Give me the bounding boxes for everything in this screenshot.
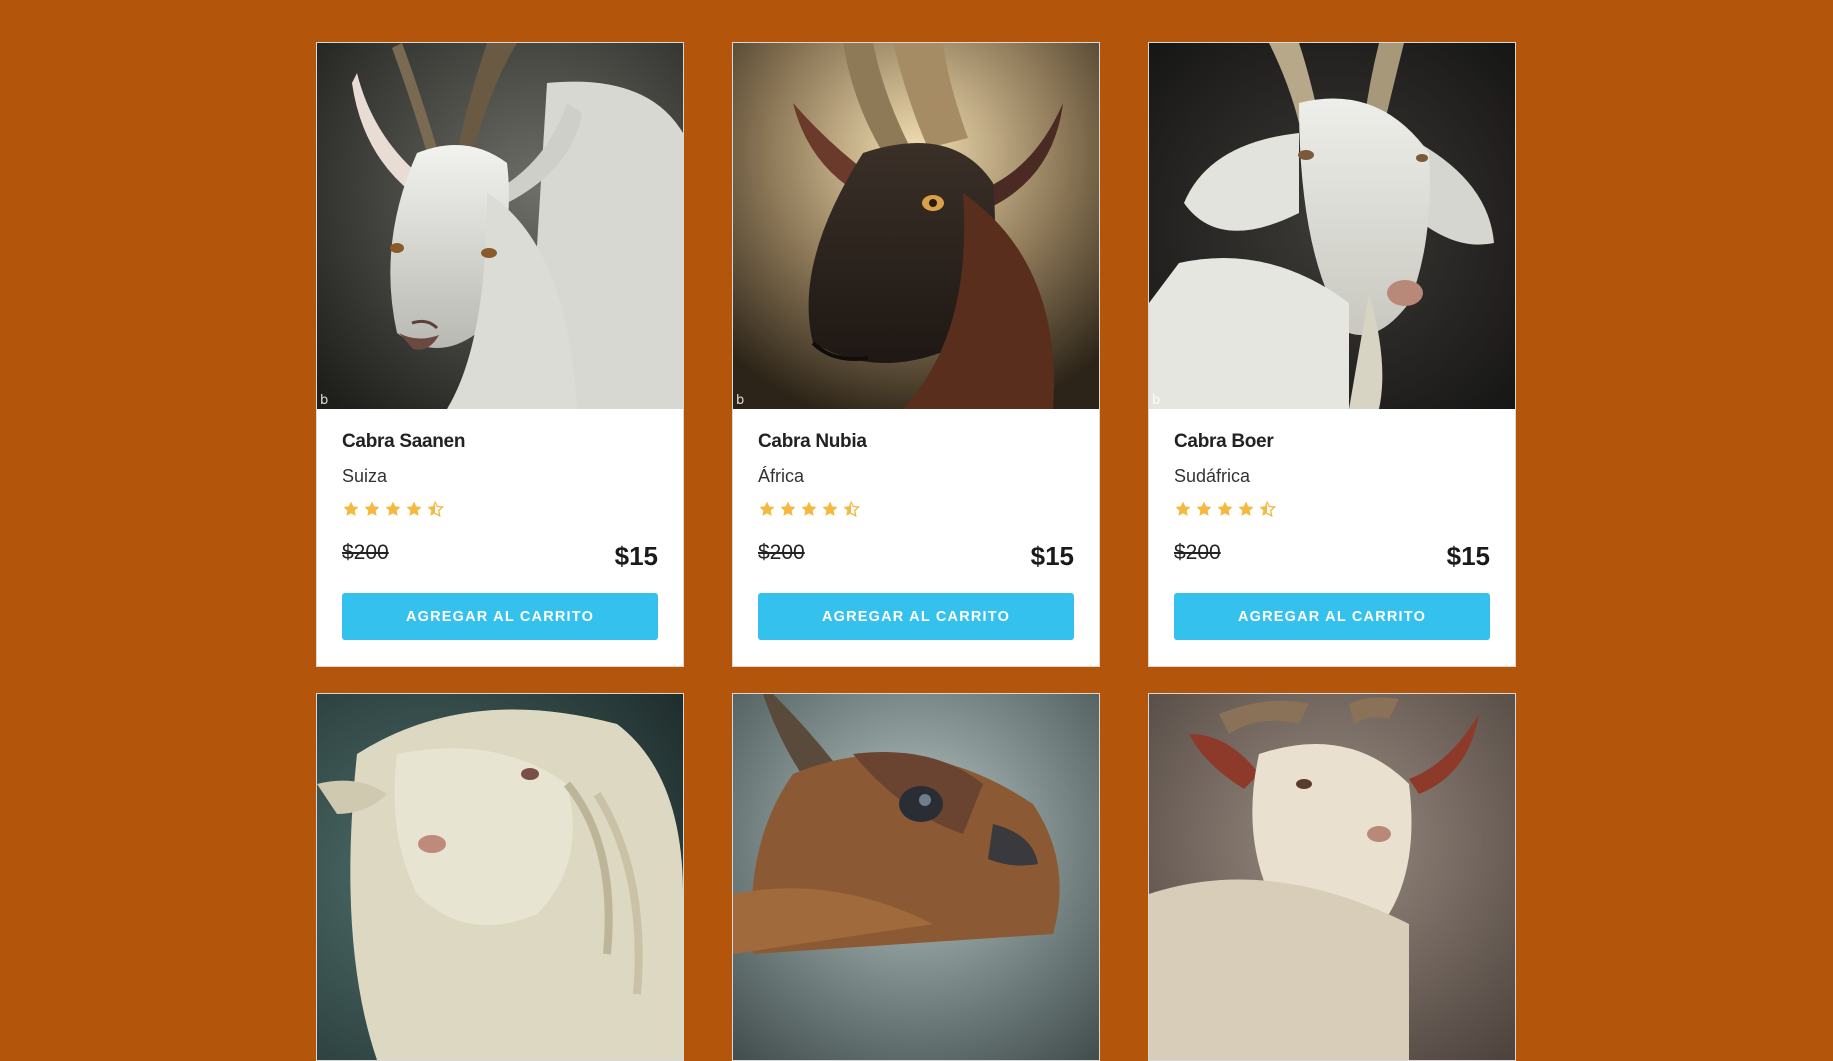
product-image[interactable]: b — [317, 43, 683, 409]
goat-image — [317, 43, 683, 409]
star-icon — [1238, 501, 1254, 516]
old-price: $200 — [758, 541, 805, 564]
star-half-icon — [1259, 501, 1276, 518]
product-image[interactable] — [1149, 694, 1515, 1060]
add-to-cart-button[interactable]: AGREGAR AL CARRITO — [1174, 593, 1490, 640]
price-row: $200 $15 — [758, 537, 1074, 571]
product-card: b Cabra Nubia África $200 $15 AGREGAR AL… — [732, 42, 1100, 667]
old-price: $200 — [1174, 541, 1221, 564]
rating-stars — [342, 499, 658, 519]
watermark: b — [736, 393, 745, 408]
star-icon — [343, 501, 359, 516]
product-info: Cabra Nubia África $200 $15 AGREGAR AL C… — [733, 409, 1099, 666]
product-image[interactable]: b — [1149, 43, 1515, 409]
star-icon — [364, 501, 380, 516]
star-icon — [780, 501, 796, 516]
star-icon — [822, 501, 838, 516]
rating-stars — [1174, 499, 1490, 519]
star-icon — [1217, 501, 1233, 516]
goat-image — [733, 43, 1099, 409]
product-card — [1148, 693, 1516, 1061]
product-image[interactable] — [733, 694, 1099, 1060]
product-card — [316, 693, 684, 1061]
goat-image — [1149, 43, 1515, 409]
add-to-cart-button[interactable]: AGREGAR AL CARRITO — [758, 593, 1074, 640]
star-icon — [385, 501, 401, 516]
product-name[interactable]: Cabra Nubia — [758, 431, 1074, 453]
product-image[interactable]: b — [733, 43, 1099, 409]
star-icon — [406, 501, 422, 516]
add-to-cart-button[interactable]: AGREGAR AL CARRITO — [342, 593, 658, 640]
star-half-icon — [427, 501, 444, 518]
current-price: $15 — [1446, 541, 1490, 571]
goat-image — [317, 694, 683, 1060]
product-info: Cabra Boer Sudáfrica $200 $15 AGREGAR AL… — [1149, 409, 1515, 666]
product-name[interactable]: Cabra Saanen — [342, 431, 658, 453]
watermark: b — [1152, 393, 1161, 408]
goat-image — [1149, 694, 1515, 1060]
star-icon — [759, 501, 775, 516]
goat-image — [733, 694, 1099, 1060]
rating-stars — [758, 499, 1074, 519]
product-card: b Cabra Boer Sudáfrica $200 $15 AGREGAR … — [1148, 42, 1516, 667]
product-card: b Cabra Saanen Suiza $200 $15 AGREGAR AL… — [316, 42, 684, 667]
product-name[interactable]: Cabra Boer — [1174, 431, 1490, 453]
old-price: $200 — [342, 541, 389, 564]
product-origin: Sudáfrica — [1174, 466, 1251, 486]
product-card — [732, 693, 1100, 1061]
product-grid: b Cabra Saanen Suiza $200 $15 AGREGAR AL… — [316, 42, 1516, 1061]
price-row: $200 $15 — [1174, 537, 1490, 571]
star-icon — [801, 501, 817, 516]
star-half-icon — [843, 501, 860, 518]
product-image[interactable] — [317, 694, 683, 1060]
price-row: $200 $15 — [342, 537, 658, 571]
product-origin: África — [758, 466, 805, 486]
star-icon — [1196, 501, 1212, 516]
current-price: $15 — [1030, 541, 1074, 571]
current-price: $15 — [614, 541, 658, 571]
product-origin: Suiza — [342, 466, 388, 486]
watermark: b — [320, 393, 329, 408]
star-icon — [1175, 501, 1191, 516]
product-info: Cabra Saanen Suiza $200 $15 AGREGAR AL C… — [317, 409, 683, 666]
